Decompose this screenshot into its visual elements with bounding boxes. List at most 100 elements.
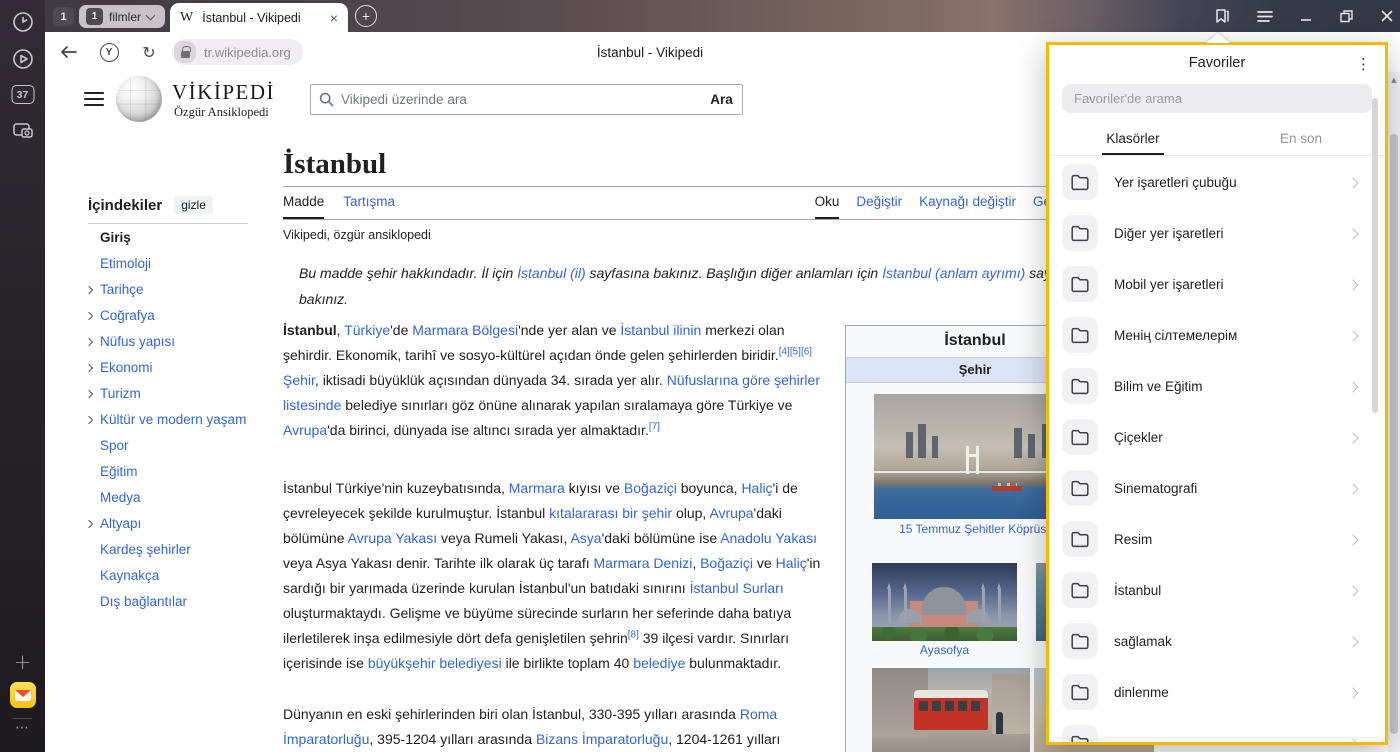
article-tab[interactable]: Tartışma [343,194,395,219]
favorites-folder-row[interactable]: İstanbul [1049,565,1385,616]
article-view-tab[interactable]: Kaynağı değiştir [919,194,1016,219]
favorites-folder-row-partial[interactable] [1049,718,1385,745]
toc-item-label[interactable]: Eğitim [100,464,138,479]
chevron-right-icon[interactable] [1347,738,1358,745]
toc-expand-chevron-icon[interactable] [85,286,93,294]
address-bar[interactable]: tr.wikipedia.org [172,39,303,65]
chevron-right-icon[interactable] [1347,279,1358,290]
toc-hide-button[interactable]: gizle [174,196,213,214]
chevron-right-icon[interactable] [1347,636,1358,647]
back-button[interactable] [57,32,81,72]
favorites-tab[interactable]: En son [1217,125,1385,155]
toc-expand-chevron-icon[interactable] [85,520,93,528]
favorites-folder-row[interactable]: Менің сілтемелерім [1049,310,1385,361]
chevron-right-icon[interactable] [1347,432,1358,443]
article-view-tab[interactable]: Oku [815,194,840,219]
pinned-tab-badge[interactable]: 1 [53,7,74,26]
bookmarks-panel-icon[interactable] [1213,7,1231,25]
page-scrollbar[interactable]: ▲ [1388,72,1400,752]
chevron-right-icon[interactable] [1347,534,1358,545]
toc-item-label[interactable]: Tarihçe [100,282,144,297]
favorites-search-input[interactable] [1062,84,1372,113]
sidebar-more-icon[interactable]: ⋯ [15,720,30,736]
toc-item[interactable]: Turizm [88,380,266,406]
toc-item[interactable]: Kaynakça [88,562,266,588]
toc-item-label[interactable]: Ekonomi [100,360,153,375]
wiki-search-input[interactable] [341,92,693,107]
chevron-right-icon[interactable] [1347,330,1358,341]
toc-item-label[interactable]: Kaynakça [100,568,159,583]
favorites-scrollbar-thumb[interactable] [1372,98,1378,413]
toc-item-label[interactable]: Coğrafya [100,308,155,323]
toc-expand-chevron-icon[interactable] [85,390,93,398]
new-tab-button[interactable]: + [355,5,377,27]
toc-item[interactable]: Etimoloji [88,250,266,276]
toc-item-label[interactable]: Medya [100,490,141,505]
screenshot-camera-icon[interactable] [11,120,35,142]
window-restore-icon[interactable] [1339,9,1354,24]
yandex-mail-icon[interactable] [10,682,36,708]
toc-item[interactable]: Giriş [88,224,266,250]
refresh-icon[interactable]: ↻ [137,32,161,72]
wiki-search-box[interactable] [310,84,702,115]
tram-street-photo[interactable] [872,668,1030,752]
favorites-folder-row[interactable]: Diğer yer işaretleri [1049,208,1385,259]
chevron-right-icon[interactable] [1347,381,1358,392]
favorites-folder-row[interactable]: Çiçekler [1049,412,1385,463]
toc-item[interactable]: Medya [88,484,266,510]
toc-item[interactable]: Tarihçe [88,276,266,302]
wiki-search-button[interactable]: Ara [701,84,743,115]
chevron-right-icon[interactable] [1347,687,1358,698]
favorites-folder-row[interactable]: Sinematografi [1049,463,1385,514]
wikipedia-globe-logo[interactable] [116,76,162,122]
chevron-right-icon[interactable] [1347,177,1358,188]
toc-item-label[interactable]: Kardeş şehirler [100,542,191,557]
chevron-right-icon[interactable] [1347,585,1358,596]
toc-item[interactable]: Nüfus yapısı [88,328,266,354]
article-view-tab[interactable]: Değiştir [856,194,902,219]
favorites-tab[interactable]: Klasörler [1049,125,1217,155]
yandex-services-icon[interactable]: Y [97,32,121,72]
tab-counter-badge[interactable]: 37 [11,85,34,104]
favorites-folder-row[interactable]: Mobil yer işaretleri [1049,259,1385,310]
toc-item-label[interactable]: Nüfus yapısı [100,334,175,349]
article-tab[interactable]: Madde [283,194,324,219]
toc-expand-chevron-icon[interactable] [85,338,93,346]
chevron-right-icon[interactable] [1347,228,1358,239]
toc-item[interactable]: Ekonomi [88,354,266,380]
toc-item-label[interactable]: Giriş [100,230,131,245]
active-tab[interactable]: W İstanbul - Vikipedi × [170,3,348,32]
menu-hamburger-icon[interactable] [1257,9,1273,23]
toc-item-label[interactable]: Kültür ve modern yaşam [100,412,246,427]
toc-item[interactable]: Coğrafya [88,302,266,328]
toc-item-label[interactable]: Altyapı [100,516,141,531]
player-play-icon[interactable] [12,48,34,70]
kebab-menu-icon[interactable]: ⋮ [1356,55,1371,73]
ssl-lock-icon[interactable] [174,41,196,63]
toc-item-label[interactable]: Turizm [100,386,141,401]
toc-expand-chevron-icon[interactable] [85,416,93,424]
tab-close-icon[interactable]: × [330,11,338,25]
toc-expand-chevron-icon[interactable] [85,312,93,320]
favorites-folder-row[interactable]: Resim [1049,514,1385,565]
toc-item[interactable]: Kardeş şehirler [88,536,266,562]
page-scrollbar-thumb[interactable] [1390,134,1398,734]
history-clock-icon[interactable] [12,11,34,33]
wikipedia-wordmark[interactable]: VİKİPEDİ [172,80,275,105]
favorites-folder-row[interactable]: Yer işaretleri çubuğu [1049,157,1385,208]
toc-item[interactable]: Kültür ve modern yaşam [88,406,266,432]
favorites-folder-row[interactable]: dinlenme [1049,667,1385,718]
toc-item[interactable]: Eğitim [88,458,266,484]
sidebar-add-icon[interactable]: + [14,650,32,674]
window-minimize-icon[interactable] [1299,9,1313,23]
favorites-folder-row[interactable]: Bilim ve Eğitim [1049,361,1385,412]
toc-item-label[interactable]: Etimoloji [100,256,151,271]
toc-item-label[interactable]: Spor [100,438,129,453]
chevron-right-icon[interactable] [1347,483,1358,494]
tab-group-pill[interactable]: 1 filmler [79,5,165,28]
scrollbar-up-arrow-icon[interactable]: ▲ [1388,76,1400,84]
toc-item-label[interactable]: Dış bağlantılar [100,594,187,609]
toc-expand-chevron-icon[interactable] [85,364,93,372]
toc-item[interactable]: Altyapı [88,510,266,536]
toc-item[interactable]: Dış bağlantılar [88,588,266,614]
